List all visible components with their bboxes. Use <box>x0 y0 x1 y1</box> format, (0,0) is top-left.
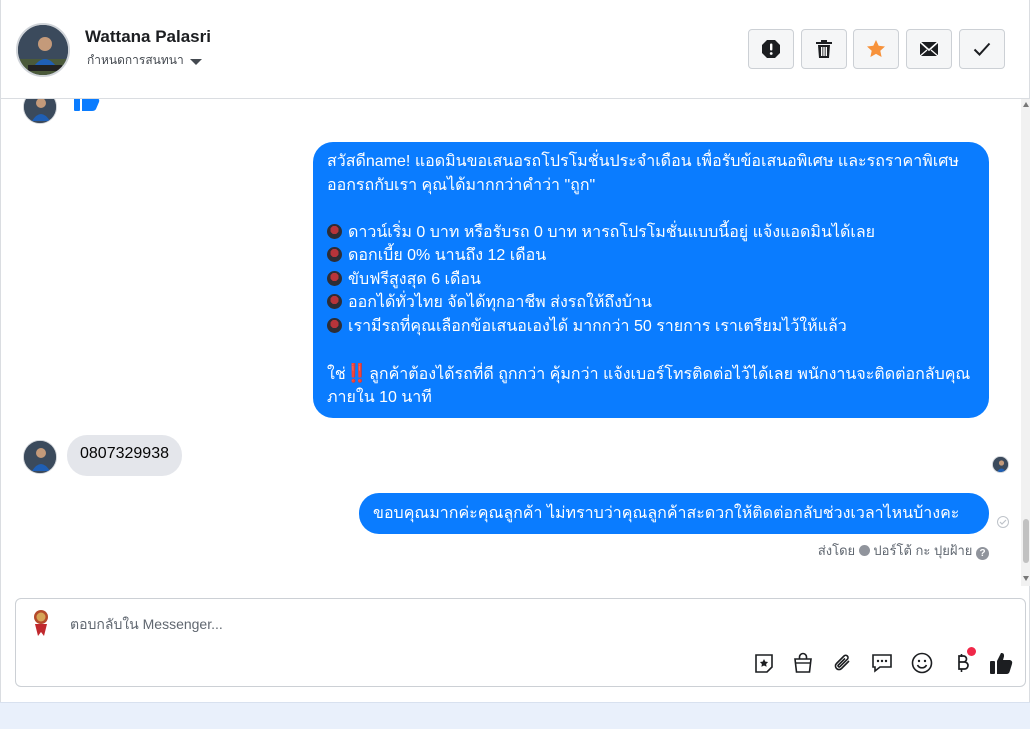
contact-avatar-small <box>23 99 57 124</box>
paperclip-icon <box>834 654 850 671</box>
outgoing-message-reply[interactable]: ขอบคุณมากค่ะคุณลูกค้า ไม่ทราบว่าคุณลูกค้… <box>359 493 989 534</box>
read-receipt-avatar <box>992 456 1009 473</box>
contact-avatar-small <box>23 440 57 474</box>
thumbs-up-icon <box>990 652 1013 674</box>
mark-spam-button[interactable] <box>748 29 794 69</box>
promo-bullet: ขับฟรีสูงสุด 6 เดือน <box>327 268 975 292</box>
sender-avatar-icon <box>858 545 870 556</box>
attach-file-button[interactable] <box>831 651 855 675</box>
mark-done-button[interactable] <box>959 29 1005 69</box>
emoji-icon <box>911 652 933 674</box>
assign-conversation-dropdown[interactable]: กำหนดการสนทนา <box>87 51 202 70</box>
check-icon <box>973 42 991 56</box>
saved-reply-button[interactable] <box>870 651 894 675</box>
tire-emoji-icon <box>327 223 342 239</box>
sticker-button[interactable] <box>752 651 776 675</box>
emoji-button[interactable] <box>910 651 934 675</box>
star-icon <box>867 40 885 57</box>
tire-emoji-icon <box>327 270 342 286</box>
scroll-up-arrow-icon[interactable] <box>1023 102 1029 107</box>
help-icon[interactable]: ? <box>976 547 989 560</box>
shop-button[interactable] <box>791 651 815 675</box>
sent-by-info: ส่งโดย ปอร์โต้ กะ ปุยฝ้าย ? <box>621 540 989 561</box>
saved-reply-icon <box>872 654 892 673</box>
tire-emoji-icon <box>327 294 342 309</box>
thumbs-up-sticker-icon <box>74 99 100 111</box>
sticker-icon <box>755 654 773 673</box>
promo-greeting: สวัสดีname! แอดมินขอเสนอรถโปรโมชั่นประจำ… <box>327 153 959 194</box>
promo-bullet: ออกได้ทั่วไทย จัดได้ทุกอาชีพ ส่งรถให้ถึง… <box>327 291 975 315</box>
delete-button[interactable] <box>801 29 847 69</box>
inbox-conversation-panel: Wattana Palasri กำหนดการสนทนา สวัสดีname… <box>0 0 1030 702</box>
tire-emoji-icon <box>327 247 342 262</box>
exclamation-icon <box>762 40 780 58</box>
outgoing-message-promo[interactable]: สวัสดีname! แอดมินขอเสนอรถโปรโมชั่นประจำ… <box>313 142 989 418</box>
thread-scrollbar[interactable] <box>1021 99 1030 586</box>
page-avatar <box>26 607 56 637</box>
conversation-header: Wattana Palasri กำหนดการสนทนา <box>1 0 1030 99</box>
promo-bullet: ดาวน์เริ่ม 0 บาท หรือรับรถ 0 บาท หารถโปร… <box>327 221 975 245</box>
caret-down-icon <box>189 58 202 65</box>
contact-name: Wattana Palasri <box>85 27 211 46</box>
notification-dot <box>967 647 976 656</box>
reply-input[interactable] <box>70 616 750 632</box>
promo-closing: ใช่‼️ ลูกค้าต้องได้รถที่ดี ถูกกว่า คุ้มกว… <box>327 362 971 407</box>
envelope-icon <box>919 41 939 57</box>
scrollbar-thumb[interactable] <box>1023 519 1029 563</box>
contact-avatar[interactable] <box>16 23 70 77</box>
send-like-button[interactable] <box>989 651 1013 675</box>
incoming-message-phone[interactable]: 0807329938 <box>67 435 182 476</box>
page-bottom-bar <box>0 702 1030 729</box>
tire-emoji-icon <box>327 317 342 333</box>
trash-icon <box>816 40 832 58</box>
mark-unread-button[interactable] <box>906 29 952 69</box>
assign-conversation-label: กำหนดการสนทนา <box>87 53 184 67</box>
scroll-down-arrow-icon[interactable] <box>1023 576 1029 581</box>
sent-check-icon <box>997 516 1009 528</box>
promo-bullet: ดอกเบี้ย 0% นานถึง 12 เดือน <box>327 244 975 268</box>
message-thread[interactable]: สวัสดีname! แอดมินขอเสนอรถโปรโมชั่นประจำ… <box>1 99 1030 586</box>
promo-bullet: เรามีรถที่คุณเลือกข้อเสนอเองได้ มากกว่า … <box>327 315 975 339</box>
follow-up-button[interactable] <box>853 29 899 69</box>
shopping-bag-icon <box>794 652 812 673</box>
reply-composer <box>15 598 1026 687</box>
double-exclamation-emoji-icon: ‼️ <box>345 362 368 383</box>
